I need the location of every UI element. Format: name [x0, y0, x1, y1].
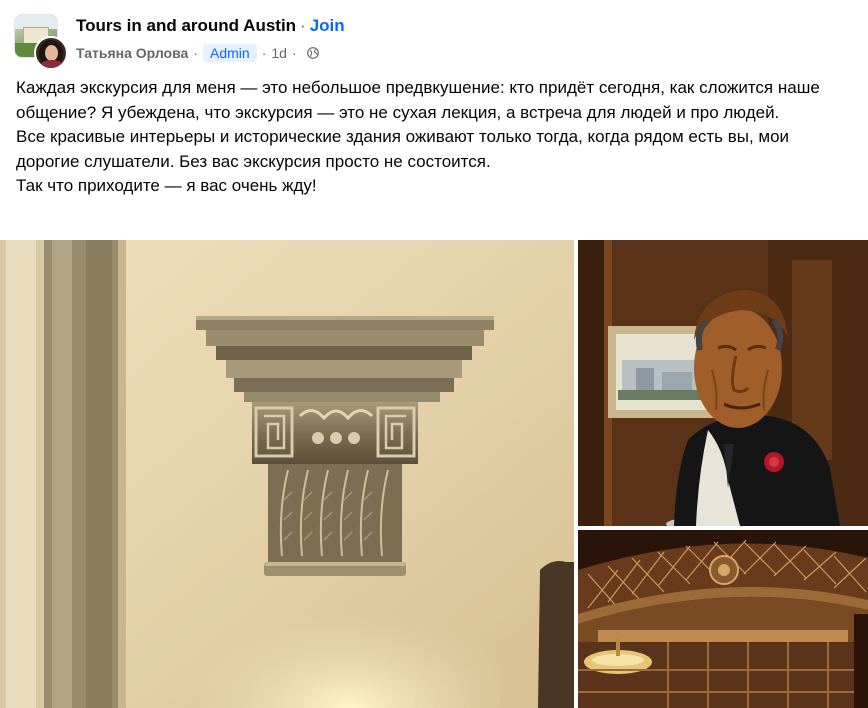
post-title-line: Tours in and around Austin · Join — [76, 16, 345, 36]
group-post: Tours in and around Austin · Join Татьяна … — [0, 0, 868, 708]
join-group-link[interactable]: Join — [310, 16, 345, 35]
group-name-link[interactable]: Tours in and around Austin — [76, 16, 296, 35]
post-meta-line: Татьяна Орлова · Admin · 1d · — [76, 44, 319, 62]
ornate-archway-photo[interactable] — [578, 530, 868, 708]
body-paragraph: Все красивые интерьеры и исторические зд… — [16, 127, 790, 171]
author-avatar[interactable] — [34, 36, 68, 70]
avatar-group[interactable] — [14, 14, 68, 70]
photo-grid — [0, 240, 868, 708]
author-name-link[interactable]: Татьяна Орлова — [76, 45, 188, 61]
meta-separator: · — [261, 45, 267, 61]
post-header: Tours in and around Austin · Join Татьяна … — [14, 14, 854, 70]
post-body-text: Каждая экскурсия для меня — это небольшо… — [16, 76, 856, 199]
admin-badge[interactable]: Admin — [203, 44, 257, 62]
meta-separator: · — [291, 45, 297, 61]
body-paragraph: Так что приходите — я вас очень жду! — [16, 176, 317, 195]
title-separator: · — [300, 16, 306, 35]
globe-icon[interactable] — [306, 47, 319, 59]
body-paragraph: Каждая экскурсия для меня — это небольшо… — [16, 78, 820, 122]
column-capital-photo[interactable] — [0, 240, 574, 708]
carved-wooden-figure-photo[interactable] — [578, 240, 868, 526]
meta-separator: · — [193, 45, 198, 61]
post-timestamp[interactable]: 1d — [271, 45, 287, 61]
